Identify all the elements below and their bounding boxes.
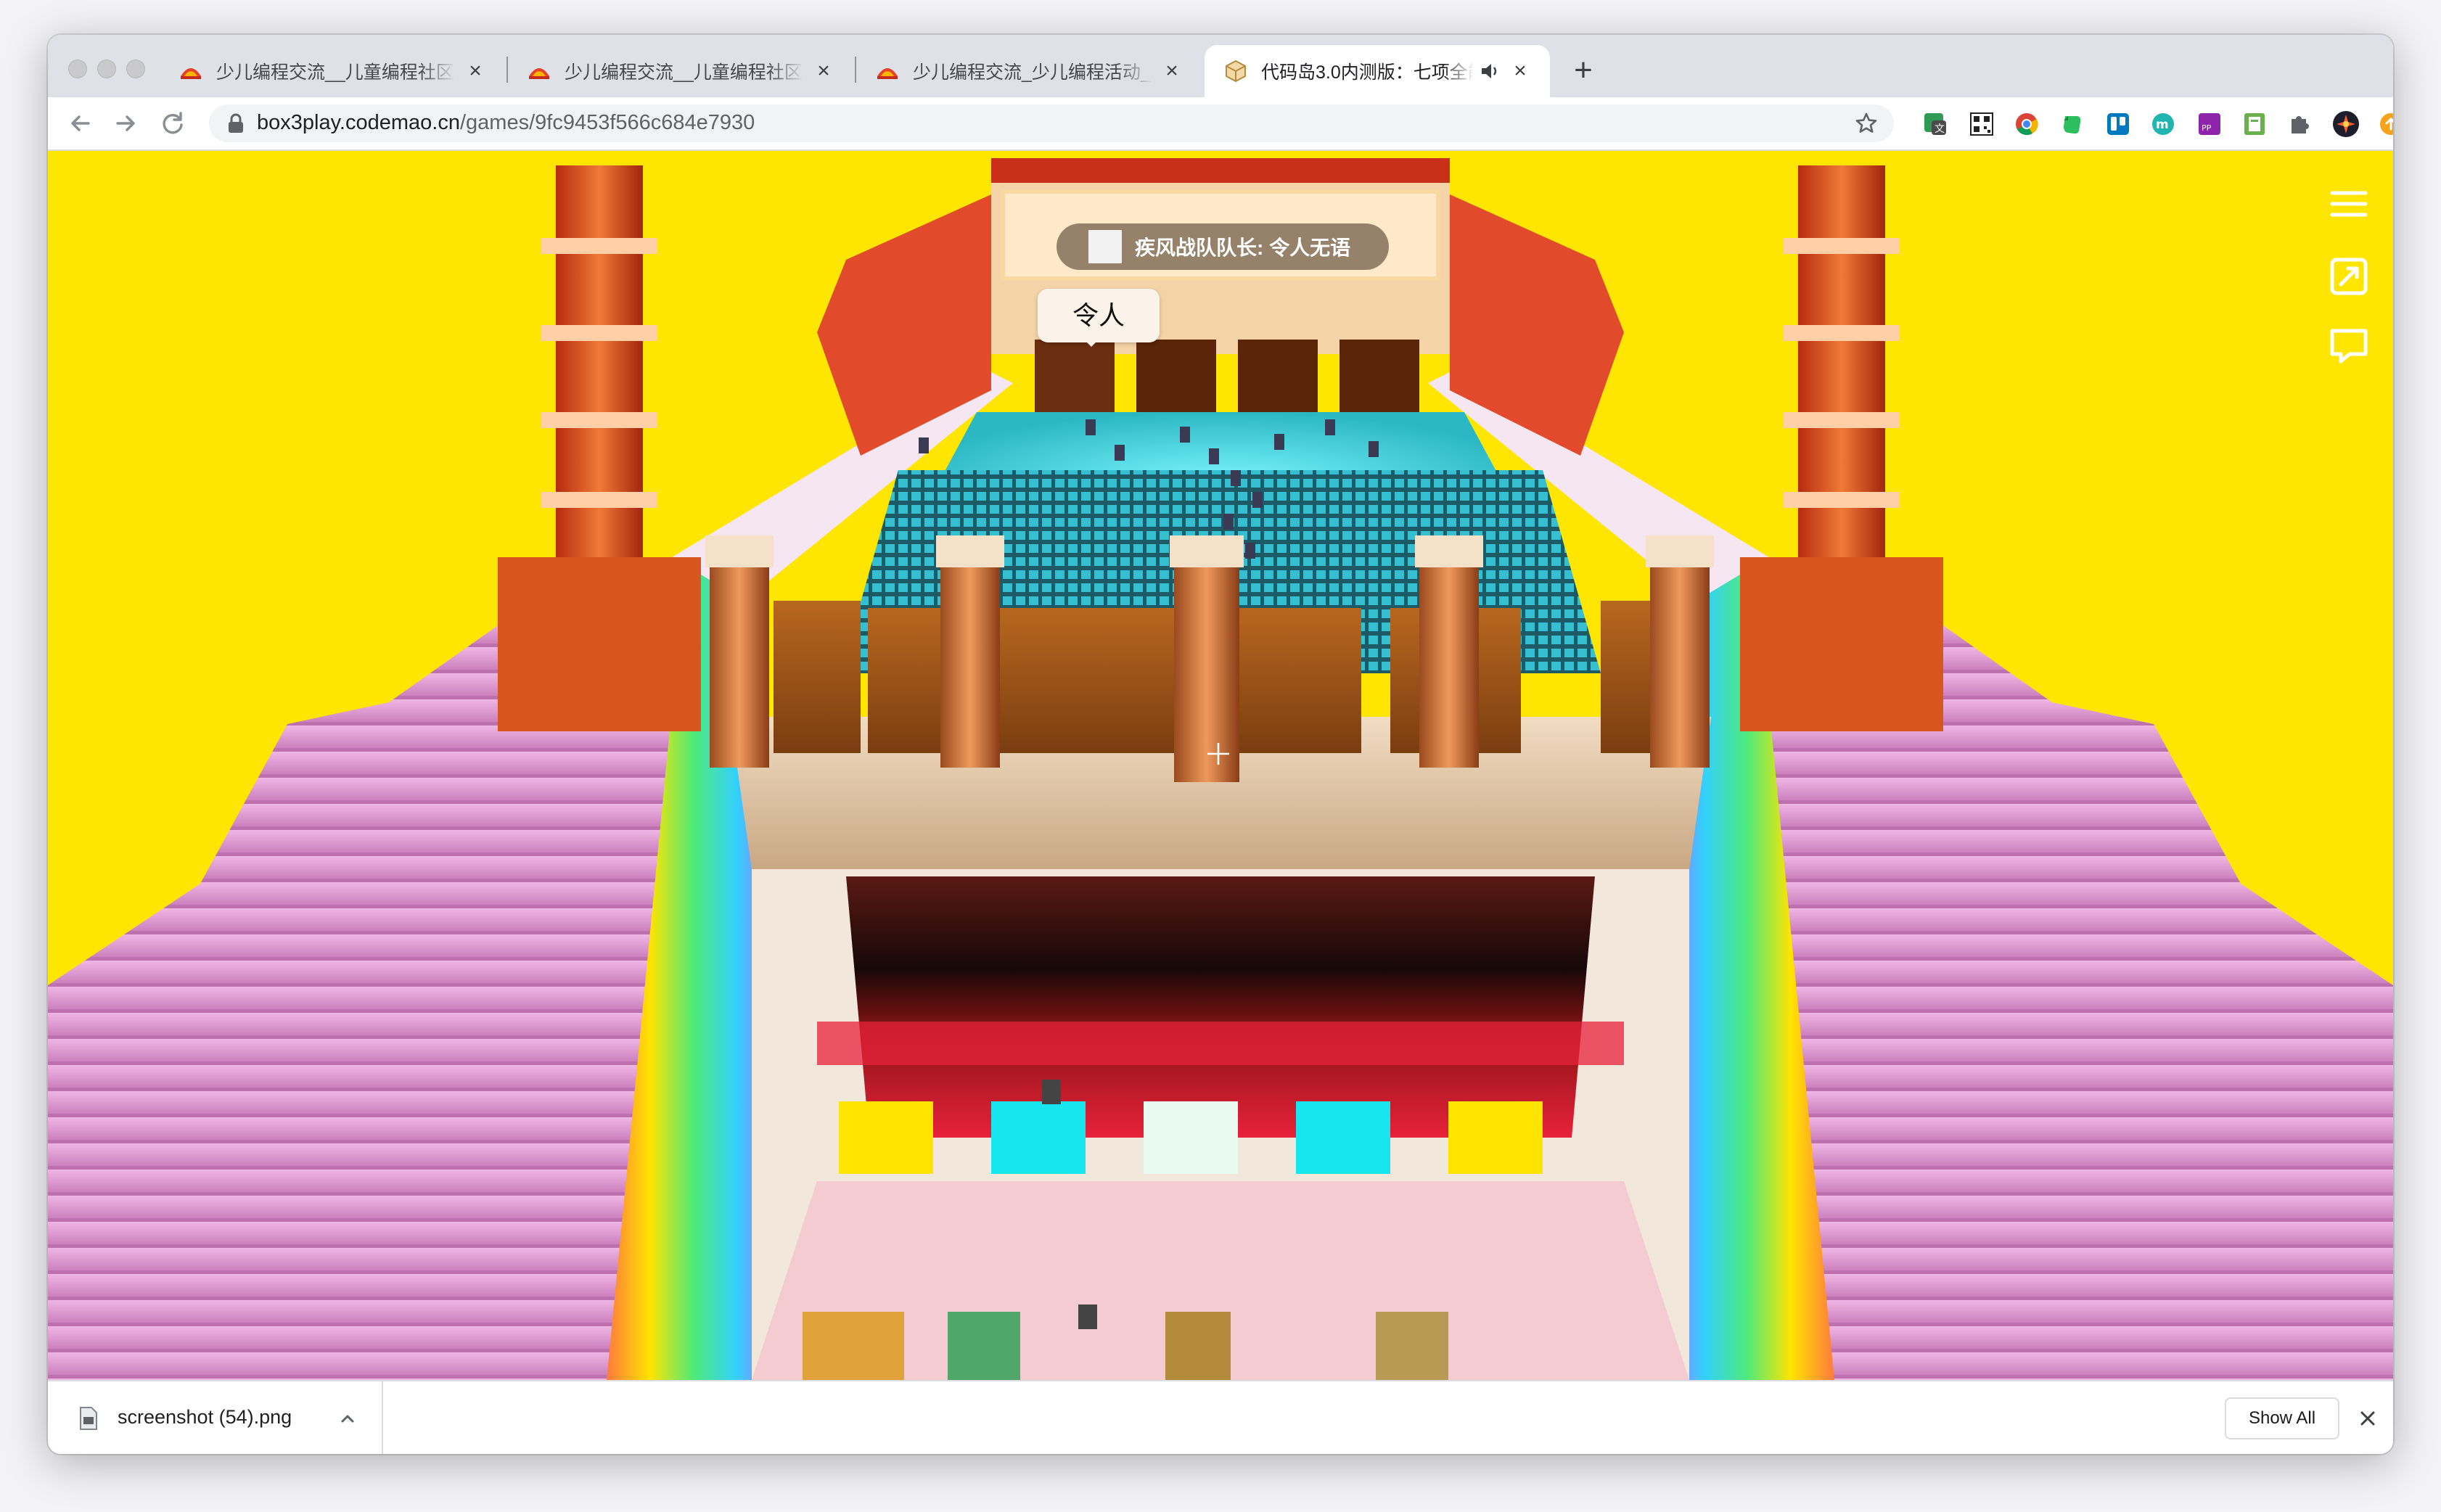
window-zoom-dot[interactable] [126, 59, 145, 78]
browser-toolbar: box3play.codemao.cn/games/9fc9453f566c68… [48, 97, 2393, 151]
ext-pp-icon[interactable]: PP [2196, 110, 2223, 138]
url-domain: box3play.codemao.cn [257, 111, 460, 134]
download-bar: screenshot (54).png Show All [48, 1380, 2393, 1454]
game-viewport[interactable]: 疾风战队队长: 令人无语 令人 [48, 151, 2393, 1380]
svg-text:PP: PP [2202, 123, 2212, 133]
back-icon[interactable] [64, 107, 96, 139]
fullscreen-icon[interactable] [2328, 255, 2370, 297]
right-pagoda-tower [1740, 165, 1943, 731]
crosshair-icon [1207, 743, 1229, 765]
stage-roof [991, 158, 1450, 183]
tab-title: 少儿编程交流__儿童编程社区_sc [565, 62, 804, 83]
left-pagoda-tower [498, 165, 701, 731]
ext-chrome-icon[interactable] [2013, 110, 2040, 138]
forward-icon[interactable] [110, 107, 142, 139]
profile-avatar[interactable] [2332, 110, 2360, 138]
url-text[interactable]: box3play.codemao.cn/games/9fc9453f566c68… [257, 111, 755, 135]
ext-translate-icon[interactable]: 文 [1921, 110, 1949, 138]
tab-close-icon[interactable]: × [1161, 60, 1183, 82]
update-icon[interactable] [2377, 110, 2393, 138]
ext-qr-icon[interactable] [1968, 110, 1995, 138]
svg-text:m: m [2156, 118, 2169, 132]
npc-character [1078, 1304, 1097, 1329]
reload-icon[interactable] [157, 107, 189, 139]
lock-icon[interactable] [226, 113, 245, 133]
lower-hall-red-band [817, 1022, 1624, 1065]
player-name-text: 疾风战队队长: 令人无语 [1135, 237, 1351, 259]
tab-2[interactable]: 少儿编程交流__儿童编程社区_sc × [508, 45, 853, 97]
player-avatar [1088, 230, 1122, 263]
menu-icon[interactable] [2328, 183, 2370, 225]
chat-bubble: 令人 [1038, 289, 1160, 347]
tab-close-icon[interactable]: × [813, 60, 834, 82]
tab-1[interactable]: 少儿编程交流__儿童编程社区_sc × [160, 45, 505, 97]
file-icon [80, 1407, 97, 1430]
box3-cube-favicon-icon [1226, 59, 1246, 83]
codemao-favicon-icon [181, 68, 201, 79]
show-all-button[interactable]: Show All [2225, 1397, 2339, 1439]
download-file-name: screenshot (54).png [118, 1406, 292, 1428]
browser-window: 少儿编程交流__儿童编程社区_sc × 少儿编程交流__儿童编程社区_sc × … [48, 35, 2393, 1454]
svg-text:文: 文 [1935, 123, 1945, 135]
lower-hall-back [846, 876, 1595, 1138]
ext-trello-icon[interactable] [2104, 110, 2132, 138]
tab-close-icon[interactable]: × [1509, 60, 1531, 82]
tab-3[interactable]: 少儿编程交流_少儿编程活动_scr × [856, 45, 1202, 97]
ext-evernote-icon[interactable] [2058, 110, 2085, 138]
codemao-favicon-icon [529, 68, 549, 79]
chevron-up-icon[interactable] [337, 1408, 358, 1429]
player-character [1042, 1080, 1061, 1104]
player-name-tag: 疾风战队队长: 令人无语 [1057, 223, 1389, 270]
tab-close-icon[interactable]: × [464, 60, 486, 82]
ext-m-icon[interactable]: m [2149, 110, 2177, 138]
new-tab-button[interactable]: + [1567, 54, 1599, 87]
close-icon[interactable] [2355, 1406, 2380, 1431]
window-minimize-dot[interactable] [97, 59, 116, 78]
url-path: /games/9fc9453f566c684e7930 [459, 111, 755, 134]
codemao-favicon-icon [877, 68, 898, 79]
speaker-icon[interactable] [1479, 60, 1501, 82]
ext-reader-icon[interactable] [2241, 110, 2268, 138]
window-close-dot[interactable] [68, 59, 87, 78]
tab-title: 少儿编程交流_少儿编程活动_scr [913, 62, 1152, 83]
tab-strip: 少儿编程交流__儿童编程社区_sc × 少儿编程交流__儿童编程社区_sc × … [48, 35, 2393, 97]
tab-active-game[interactable]: 代码岛3.0内测版：七项全能 × [1205, 45, 1550, 97]
tab-title: 少儿编程交流__儿童编程社区_sc [216, 62, 456, 83]
address-bar[interactable]: box3play.codemao.cn/games/9fc9453f566c68… [209, 104, 1894, 142]
bookmark-star-icon[interactable] [1855, 112, 1878, 135]
chat-icon[interactable] [2328, 325, 2370, 367]
tab-title: 代码岛3.0内测版：七项全能 [1261, 62, 1474, 83]
puzzle-icon[interactable] [2286, 110, 2313, 138]
download-item[interactable]: screenshot (54).png [48, 1381, 383, 1454]
